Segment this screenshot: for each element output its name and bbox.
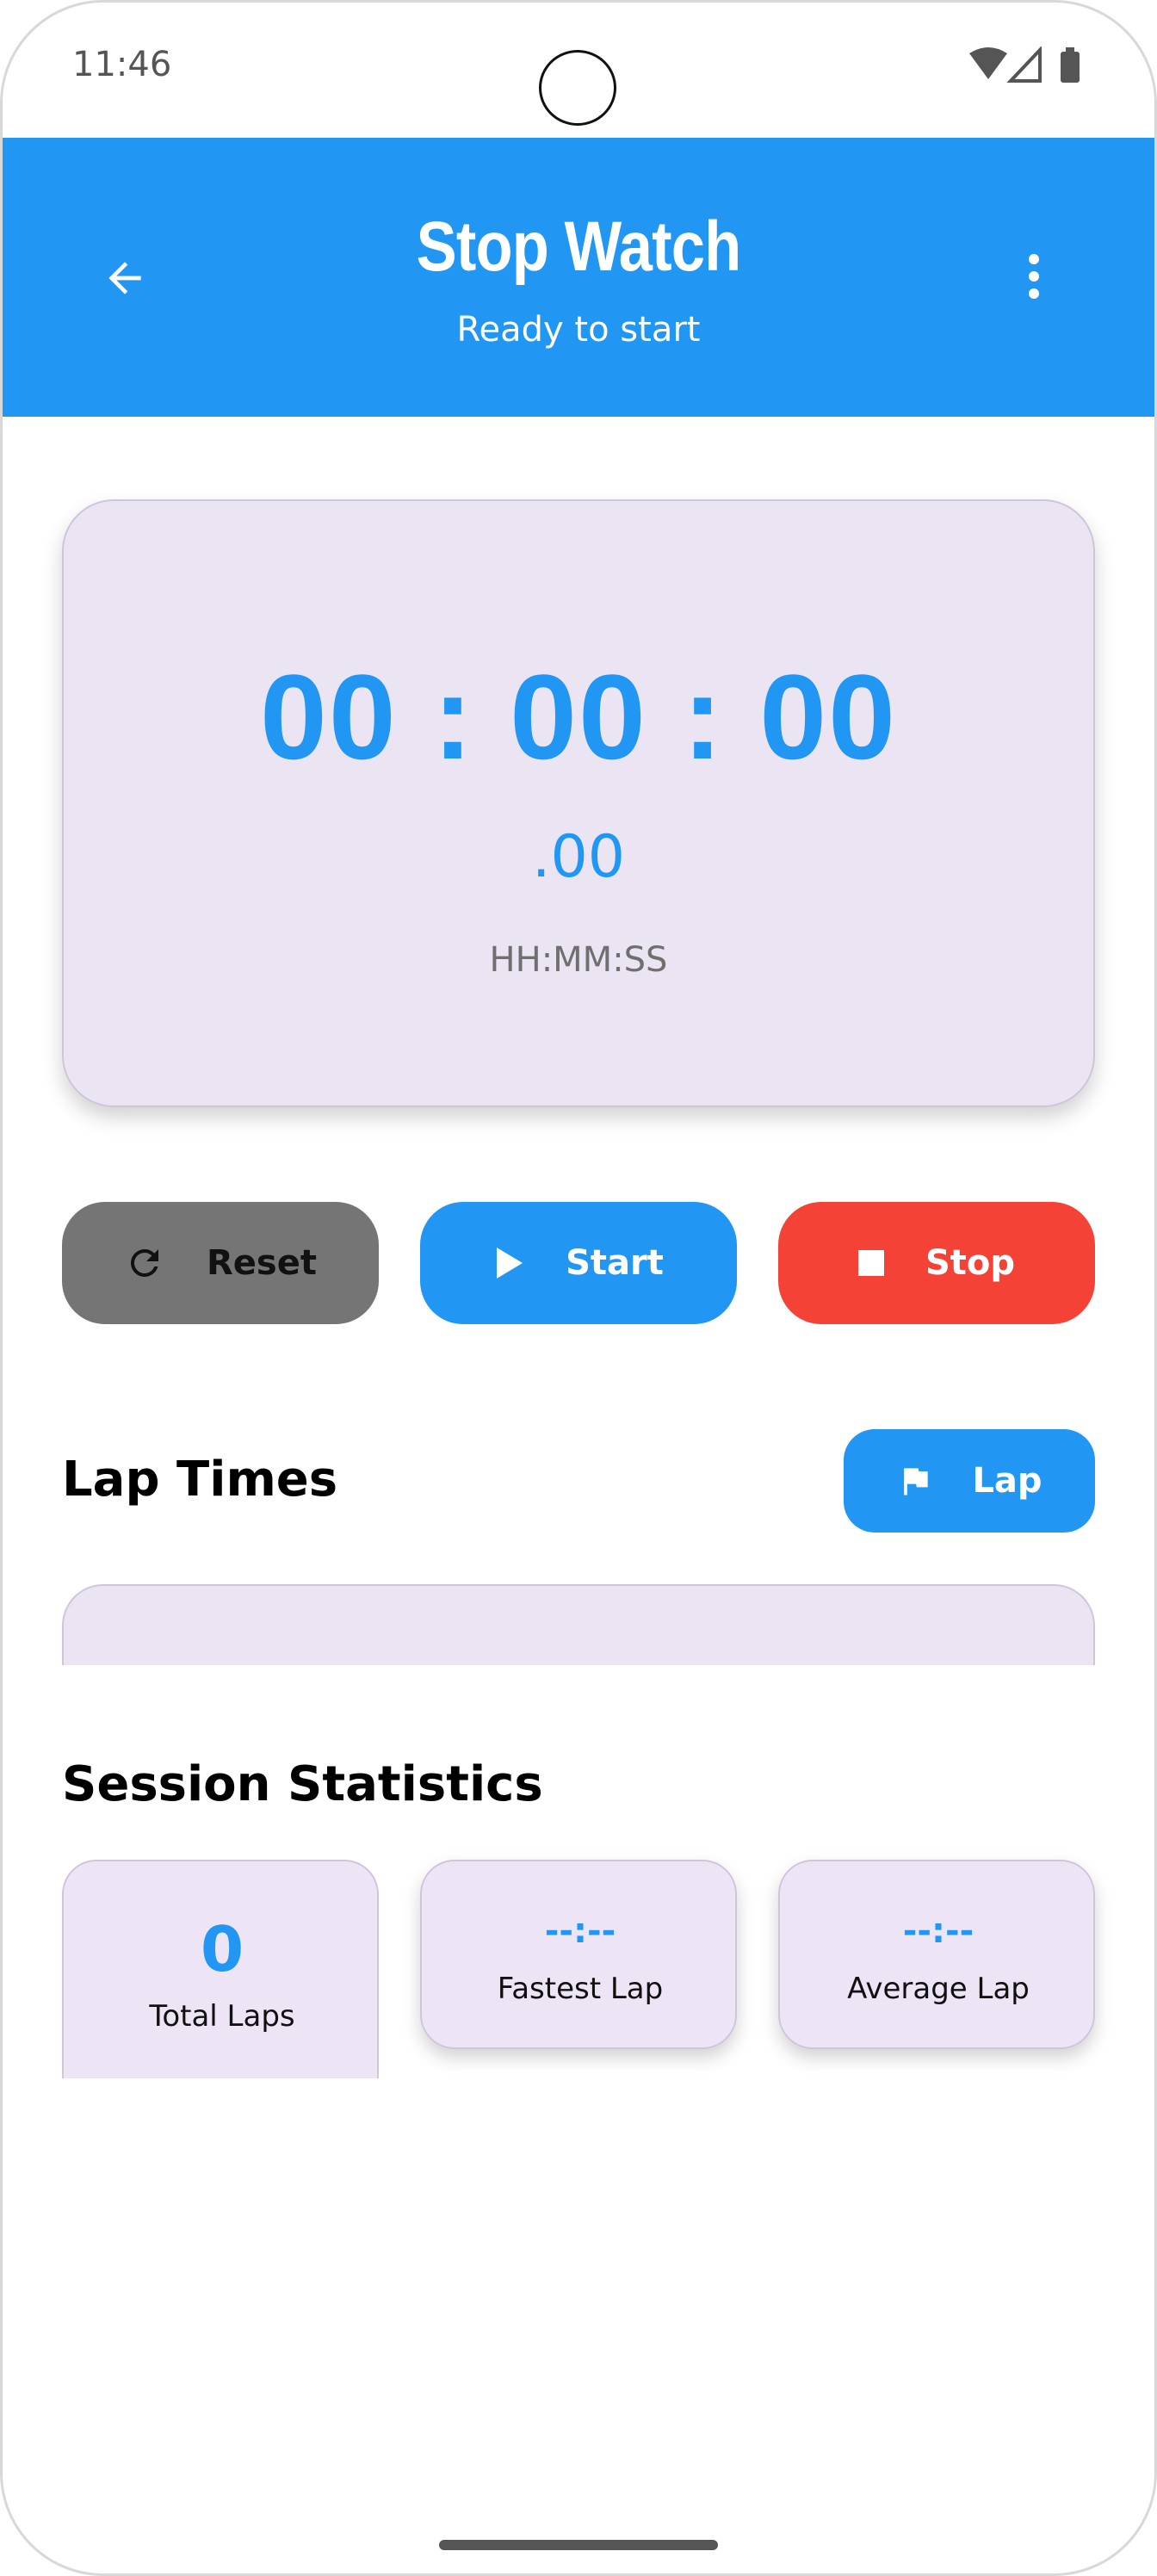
status-time: 11:46 (72, 45, 172, 84)
fastest-lap-card: --:-- Fastest Lap (420, 1860, 737, 2049)
page-subtitle: Ready to start (456, 310, 701, 350)
lap-label: Lap (972, 1461, 1043, 1501)
flag-icon (896, 1462, 934, 1500)
stop-label: Stop (925, 1243, 1016, 1283)
page-title: Stop Watch (416, 207, 741, 286)
start-button[interactable]: Start (420, 1202, 737, 1324)
signal-icon (1006, 45, 1042, 83)
lap-times-title: Lap Times (62, 1452, 338, 1508)
session-statistics-title: Session Statistics (62, 1756, 543, 1812)
start-label: Start (566, 1243, 664, 1283)
refresh-icon (124, 1242, 165, 1284)
fastest-lap-label: Fastest Lap (497, 1972, 664, 2006)
battery-icon (1061, 47, 1080, 83)
camera-cutout (539, 50, 616, 126)
timer-milliseconds: .00 (531, 823, 626, 891)
stop-button[interactable]: Stop (778, 1202, 1095, 1324)
stop-icon (857, 1250, 884, 1276)
lap-button[interactable]: Lap (844, 1429, 1095, 1533)
average-lap-card: --:-- Average Lap (778, 1860, 1095, 2049)
play-icon (493, 1246, 524, 1280)
average-lap-label: Average Lap (847, 1972, 1030, 2006)
total-laps-card: 0 Total Laps (62, 1860, 379, 2078)
wifi-icon (969, 47, 1007, 79)
timer-format-label: HH:MM:SS (489, 940, 668, 980)
reset-button[interactable]: Reset (62, 1202, 379, 1324)
more-options-button[interactable] (995, 238, 1073, 315)
total-laps-value: 0 (200, 1913, 244, 1985)
lap-times-list (62, 1584, 1095, 1665)
home-indicator[interactable] (439, 2540, 718, 2550)
more-vert-icon (1029, 254, 1039, 299)
fastest-lap-value: --:-- (544, 1911, 616, 1951)
average-lap-value: --:-- (902, 1911, 974, 1951)
status-icons (968, 45, 1088, 86)
total-laps-label: Total Laps (149, 1999, 295, 2034)
timer-display: 00 : 00 : 00 (260, 649, 897, 784)
reset-label: Reset (207, 1243, 317, 1283)
timer-card (62, 499, 1095, 1107)
